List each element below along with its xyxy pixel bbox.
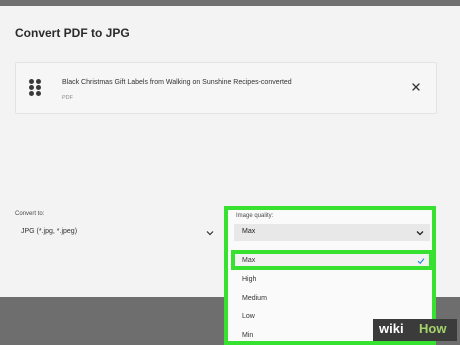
- checkmark-icon: [417, 258, 425, 265]
- file-card: Black Christmas Gift Labels from Walking…: [15, 62, 437, 114]
- option-label: Min: [242, 332, 254, 339]
- quality-option-high[interactable]: High: [234, 271, 430, 289]
- convert-to-label: Convert to:: [15, 211, 45, 217]
- quality-option-medium[interactable]: Medium: [234, 290, 430, 308]
- option-label: Max: [242, 257, 256, 264]
- convert-to-select[interactable]: JPG (*.jpg, *.jpeg): [15, 224, 220, 241]
- close-icon[interactable]: [410, 80, 422, 92]
- option-label: High: [242, 276, 257, 283]
- file-type: PDF: [62, 95, 73, 101]
- watermark-how: How: [419, 321, 447, 336]
- file-name: Black Christmas Gift Labels from Walking…: [62, 79, 292, 86]
- dialog-title: Convert PDF to JPG: [15, 26, 130, 40]
- image-quality-select[interactable]: Max: [234, 224, 430, 241]
- image-quality-label: Image quality:: [236, 213, 274, 219]
- chevron-down-icon: [206, 231, 214, 236]
- chevron-down-icon: [416, 231, 424, 236]
- watermark-wiki: wiki: [379, 321, 404, 336]
- top-bar: [0, 0, 460, 6]
- option-label: Low: [242, 313, 255, 320]
- image-quality-value: Max: [242, 228, 256, 235]
- option-label: Medium: [242, 295, 267, 302]
- wikihow-watermark: wiki How: [373, 319, 457, 341]
- convert-to-value: JPG (*.jpg, *.jpeg): [21, 228, 78, 235]
- quality-option-max[interactable]: Max: [231, 250, 433, 270]
- dots-grid-icon: [29, 79, 43, 97]
